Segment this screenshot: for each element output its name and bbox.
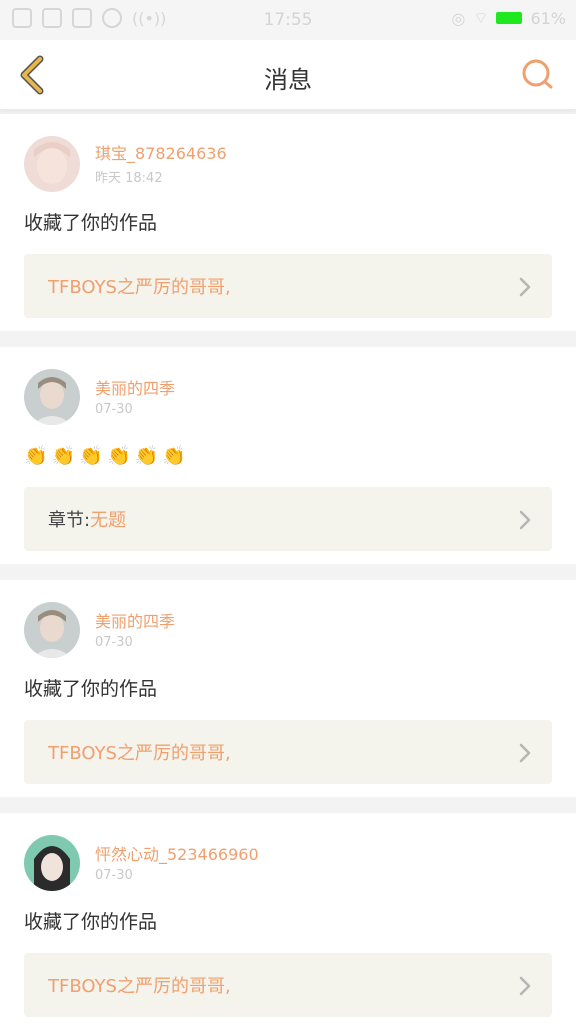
user-info: 美丽的四季 07-30 xyxy=(95,611,175,650)
avatar[interactable] xyxy=(24,602,80,658)
chevron-right-icon xyxy=(519,277,531,297)
status-bar: ((•)) 17:55 ◎ ⌔ 61% xyxy=(0,0,576,40)
avatar[interactable] xyxy=(24,835,80,891)
search-button[interactable] xyxy=(520,57,556,93)
username[interactable]: 怦然心动_523466960 xyxy=(95,844,259,866)
message-header: 美丽的四季 07-30 xyxy=(24,602,552,658)
message-header: 琪宝_878264636 昨天 18:42 xyxy=(24,136,552,192)
referenced-work[interactable]: TFBOYS之严厉的哥哥, xyxy=(24,720,552,784)
work-title: TFBOYS之严厉的哥哥, xyxy=(48,277,231,298)
clapping-hands-icon: 👏 xyxy=(134,445,159,467)
message-time: 07-30 xyxy=(95,401,133,417)
work-title: TFBOYS之严厉的哥哥, xyxy=(48,976,231,997)
message-time: 07-30 xyxy=(95,867,133,883)
user-avatar-image xyxy=(24,835,80,891)
user-avatar-image xyxy=(24,602,80,658)
avatar[interactable] xyxy=(24,369,80,425)
username[interactable]: 美丽的四季 xyxy=(95,611,175,633)
work-title: TFBOYS之严厉的哥哥, xyxy=(48,743,231,764)
chevron-right-icon xyxy=(519,743,531,763)
hotspot-icon: ◎ xyxy=(451,8,466,28)
chapter-label: 章节: xyxy=(48,510,91,531)
message-card: 琪宝_878264636 昨天 18:42 收藏了你的作品 TFBOYS之严厉的… xyxy=(0,114,576,331)
message-emoji: 👏 👏 👏 👏 👏 👏 xyxy=(24,443,552,469)
user-info: 怦然心动_523466960 07-30 xyxy=(95,844,259,883)
referenced-work[interactable]: TFBOYS之严厉的哥哥, xyxy=(24,254,552,318)
message-text: 收藏了你的作品 xyxy=(24,212,158,234)
username[interactable]: 琪宝_878264636 xyxy=(95,143,227,165)
message-text: 收藏了你的作品 xyxy=(24,678,158,700)
search-icon xyxy=(522,59,553,89)
clapping-hands-icon: 👏 xyxy=(162,445,187,467)
chevron-right-icon xyxy=(519,976,531,996)
wifi-icon: ⌔ xyxy=(473,8,489,27)
clapping-hands-icon: 👏 xyxy=(24,445,48,467)
username[interactable]: 美丽的四季 xyxy=(95,378,175,400)
clapping-hands-icon: 👏 xyxy=(51,445,76,467)
clapping-hands-icon: 👏 xyxy=(107,445,131,467)
message-header: 美丽的四季 07-30 xyxy=(24,369,552,425)
page-title: 消息 xyxy=(264,66,312,94)
status-icons-right: ◎ ⌔ 61% xyxy=(451,8,566,28)
message-card: 美丽的四季 07-30 收藏了你的作品 TFBOYS之严厉的哥哥, xyxy=(0,580,576,797)
message-time: 昨天 18:42 xyxy=(95,170,163,186)
user-info: 琪宝_878264636 昨天 18:42 xyxy=(95,143,227,186)
clapping-hands-icon: 👏 xyxy=(79,445,104,467)
battery-level: 61% xyxy=(530,8,566,28)
message-card: 美丽的四季 07-30 👏 👏 👏 👏 👏 👏 章节: 无题 xyxy=(0,347,576,564)
battery-icon xyxy=(496,12,523,24)
avatar[interactable] xyxy=(24,136,80,192)
user-avatar-image xyxy=(24,136,80,192)
message-text: 收藏了你的作品 xyxy=(24,911,158,933)
user-info: 美丽的四季 07-30 xyxy=(95,378,175,417)
chevron-right-icon xyxy=(519,510,531,530)
message-list: 琪宝_878264636 昨天 18:42 收藏了你的作品 TFBOYS之严厉的… xyxy=(0,114,576,1024)
chapter-title: 无题 xyxy=(90,510,127,531)
app-header: 消息 xyxy=(0,40,576,110)
user-avatar-image xyxy=(24,369,80,425)
message-header: 怦然心动_523466960 07-30 xyxy=(24,835,552,891)
referenced-work[interactable]: TFBOYS之严厉的哥哥, xyxy=(24,953,552,1017)
referenced-chapter[interactable]: 章节: 无题 xyxy=(24,487,552,551)
message-time: 07-30 xyxy=(95,634,133,650)
message-card: 怦然心动_523466960 07-30 收藏了你的作品 TFBOYS之严厉的哥… xyxy=(0,813,576,1024)
